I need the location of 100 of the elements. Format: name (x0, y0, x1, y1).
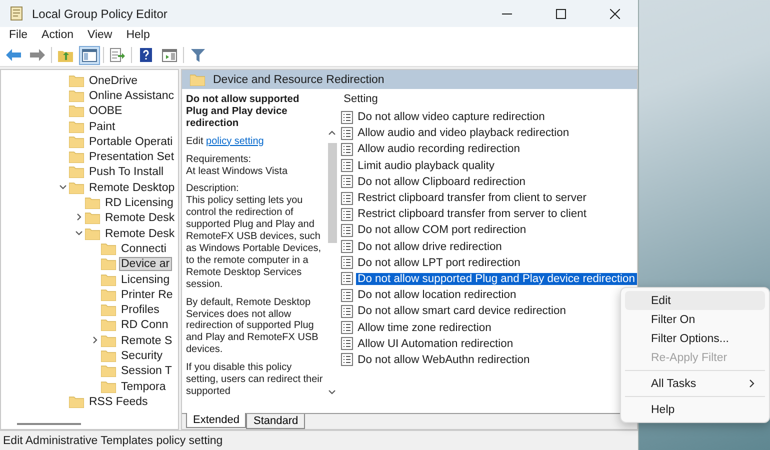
menu-item[interactable]: Action (34, 27, 80, 44)
folder-icon (85, 228, 100, 240)
setting-row[interactable]: Restrict clipboard transfer from client to server (356, 192, 588, 204)
tree-item[interactable]: RD Conn (119, 318, 170, 332)
view-tab[interactable]: Standard (246, 414, 306, 429)
setting-row[interactable]: Limit audio playback quality (356, 160, 496, 172)
folder-icon (101, 274, 116, 286)
policy-title: Do not allow supported Plug and Play device redirection (186, 94, 300, 130)
setting-row[interactable]: Allow audio and video playback redirection (356, 127, 572, 140)
setting-row[interactable]: Do not allow drive redirection (356, 240, 504, 253)
setting-row[interactable]: Do not allow LPT port redirection (356, 256, 522, 269)
policy-icon (340, 192, 353, 205)
setting-row[interactable]: Do not allow Clipboard redirection (356, 176, 528, 188)
tree-item[interactable]: Presentation Set (87, 150, 176, 164)
setting-row[interactable]: Restrict clipboard transfer from server to client (356, 208, 588, 220)
setting-row[interactable]: Do not allow COM port redirection (356, 224, 528, 236)
tree-item[interactable]: Paint (87, 120, 118, 134)
folder-icon (101, 258, 116, 270)
policy-icon (340, 304, 353, 318)
policy-icon (340, 175, 353, 188)
toolbar-button[interactable] (79, 46, 100, 64)
menu-item[interactable]: View (80, 27, 120, 44)
edit-line: Edit policy setting (186, 136, 265, 148)
policy-icon (340, 142, 353, 156)
policy-icon (340, 288, 353, 302)
tree-item[interactable]: RD Licensing (103, 196, 176, 210)
maximize-icon (556, 8, 566, 18)
folder-icon (101, 304, 116, 316)
scrollbar-thumb[interactable] (328, 143, 336, 243)
context-menu-item[interactable]: Help (625, 400, 765, 419)
tree-item[interactable]: Security (119, 348, 165, 363)
folder-icon (85, 197, 100, 210)
folder-icon (85, 212, 100, 224)
folder-icon (190, 74, 205, 86)
scroll-up-icon[interactable] (328, 129, 336, 137)
setting-row[interactable]: Do not allow smart card device redirection (356, 305, 568, 318)
tree-item[interactable]: Push To Install (87, 165, 166, 180)
setting-row[interactable]: Allow audio recording redirection (356, 143, 522, 156)
tree-item[interactable]: Remote S (119, 334, 174, 348)
window-title: Local Group Policy Editor (32, 6, 168, 20)
folder-icon (101, 380, 116, 393)
tree-item[interactable]: Session T (119, 364, 174, 378)
folder-icon (69, 74, 84, 87)
column-header[interactable]: Setting (340, 93, 637, 109)
policy-icon (340, 256, 353, 270)
tree-item[interactable]: OOBE (87, 104, 124, 118)
scroll-down-icon[interactable] (328, 388, 336, 396)
policy-icon (340, 224, 353, 237)
tree-item[interactable]: Device ar (119, 257, 172, 272)
policy-icon (340, 353, 353, 366)
setting-row[interactable]: Allow time zone redirection (356, 322, 494, 334)
chevron-down-icon[interactable] (59, 182, 67, 191)
help-icon (140, 48, 152, 62)
tree-item[interactable]: Portable Operati (87, 134, 175, 149)
folder-icon (69, 396, 84, 408)
folder-icon (69, 136, 84, 148)
folder-icon (69, 90, 84, 102)
folder-icon (101, 365, 116, 378)
policy-setting-link[interactable]: policy setting (206, 136, 264, 147)
context-menu-item[interactable]: Filter Options... (625, 329, 765, 348)
folder-icon (69, 166, 84, 178)
chevron-down-icon[interactable] (75, 228, 83, 237)
tree-item[interactable]: Online Assistanc (87, 88, 176, 103)
view-tab[interactable]: Extended (186, 413, 246, 428)
export-list-icon (110, 48, 125, 62)
description-text: If you disable this policy setting, users can redirect their supported (186, 362, 324, 398)
description-text: By default, Remote Desktop Services does not allow redirection of supported Plug and Play and RemoteFX USB devices. (186, 296, 320, 356)
tree-item[interactable]: Tempora (119, 380, 168, 394)
folder-icon (101, 288, 116, 301)
scrollbar-thumb[interactable] (17, 423, 81, 425)
tree-item[interactable]: Licensing (119, 272, 172, 286)
tree-item[interactable]: OneDrive (87, 74, 140, 88)
setting-row[interactable]: Do not allow video capture redirection (356, 111, 547, 124)
description-text: Description: This policy setting lets you control the redirection of supported Plug and Play and RemoteFX USB devices, such as Windows Portable Devices, to the remote computer in a Remote Desktop Services session. (186, 183, 322, 291)
setting-row[interactable]: Do not allow supported Plug and Play device redirection (356, 272, 637, 285)
context-menu-item[interactable]: Filter On (625, 310, 765, 329)
policy-icon (340, 208, 353, 221)
policy-icon (340, 110, 353, 124)
policy-icon (340, 159, 353, 172)
folder-icon (101, 319, 116, 332)
tree-item[interactable]: Remote Desk (103, 211, 177, 226)
context-menu-item[interactable]: Edit (625, 291, 765, 310)
folder-icon (101, 242, 116, 255)
tree-item[interactable]: Remote Desktop (87, 180, 177, 195)
setting-row[interactable]: Do not allow WebAuthn redirection (356, 354, 532, 366)
tree-item[interactable]: Remote Desk (103, 226, 177, 241)
policy-icon (340, 126, 353, 140)
menu-item[interactable]: Help (119, 27, 157, 44)
setting-row[interactable]: Allow UI Automation redirection (356, 338, 516, 350)
tree-item[interactable]: Printer Re (119, 288, 175, 302)
policy-icon (340, 272, 353, 286)
setting-row[interactable]: Do not allow location redirection (356, 289, 518, 302)
chevron-right-icon[interactable] (75, 213, 83, 222)
chevron-right-icon[interactable] (91, 336, 99, 344)
policy-icon (340, 337, 353, 350)
context-menu-item[interactable]: All Tasks (625, 374, 765, 393)
tree-item[interactable]: RSS Feeds (87, 394, 150, 409)
tree-item[interactable]: Connecti (119, 242, 168, 256)
tree-item[interactable]: Profiles (119, 303, 162, 318)
menu-item[interactable]: File (2, 27, 35, 44)
